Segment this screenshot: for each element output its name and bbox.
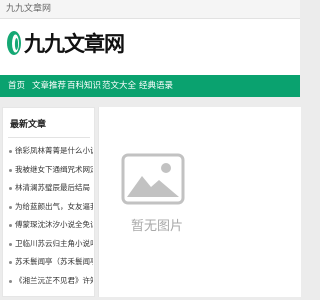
bullet-icon <box>9 242 12 246</box>
bullet-icon <box>9 205 12 209</box>
list-item[interactable]: 我被继女下通缉咒术网定 <box>8 161 93 180</box>
list-item-label: 徐彩凤林菁菁是什么小说 <box>15 146 93 155</box>
title-divider <box>8 137 90 138</box>
list-item-label: 卫临川苏云归主角小说叫 <box>15 238 93 248</box>
bullet-icon <box>9 279 12 283</box>
bullet-icon <box>9 224 12 227</box>
latest-articles-list: 徐彩凤林菁菁是什么小说 我被继女下通缉咒术网定 林清澜苏璧辰最后结局 为给蓝颜出… <box>8 142 93 290</box>
main-nav: 首页 文章推荐 百科知识 范文大全 经典语录 <box>0 75 300 97</box>
bullet-icon <box>9 168 12 172</box>
list-item[interactable]: 为给蓝颜出气，女友逼我 <box>8 198 93 217</box>
nav-item-classic-quotes[interactable]: 经典语录 <box>139 75 173 97</box>
nav-item-article-recommend[interactable]: 文章推荐 <box>32 75 66 97</box>
list-item[interactable]: 林清澜苏璧辰最后结局 <box>8 179 93 198</box>
site-header: 九九文章网 <box>0 19 300 75</box>
latest-articles-title: 最新文章 <box>10 120 47 130</box>
list-item[interactable]: 傅蒙琛沈沐汐小说全免读 <box>8 216 93 235</box>
nav-item-encyclopedia[interactable]: 百科知识 <box>67 75 101 97</box>
list-item-label: 傅蒙琛沈沐汐小说全免读 <box>15 220 93 229</box>
no-image-label: 暂无图片 <box>131 219 184 234</box>
list-item[interactable]: 苏禾鬟闻亭（苏禾鬟闻亭 <box>8 253 93 272</box>
latest-articles-panel: 最新文章 徐彩凤林菁菁是什么小说 我被继女下通缉咒术网定 林清澜苏璧辰最后结局 … <box>2 107 95 297</box>
bullet-icon <box>9 150 12 153</box>
list-item[interactable]: 卫临川苏云归主角小说叫 <box>8 235 93 254</box>
bullet-icon <box>9 187 12 190</box>
list-item-label: 我被继女下通缉咒术网定 <box>15 164 93 174</box>
bullet-icon <box>9 261 12 264</box>
list-item-label: 苏禾鬟闻亭（苏禾鬟闻亭 <box>15 257 93 266</box>
image-placeholder-icon <box>121 153 185 205</box>
top-bar: 九九文章网 <box>0 0 300 19</box>
nav-item-model-essays[interactable]: 范文大全 <box>102 75 136 97</box>
list-item-label: 《湘兰沅芷不见君》许知 <box>15 275 93 285</box>
top-bar-site-name: 九九文章网 <box>6 4 52 14</box>
list-item[interactable]: 徐彩凤林菁菁是什么小说 <box>8 142 93 161</box>
site-name[interactable]: 九九文章网 <box>24 31 125 57</box>
list-item-label: 为给蓝颜出气，女友逼我 <box>15 201 93 211</box>
list-item-label: 林清澜苏璧辰最后结局 <box>15 183 90 192</box>
list-item[interactable]: 《湘兰沅芷不见君》许知 <box>8 272 93 291</box>
nav-item-home[interactable]: 首页 <box>8 75 25 97</box>
leaf-logo-icon[interactable] <box>5 29 23 57</box>
